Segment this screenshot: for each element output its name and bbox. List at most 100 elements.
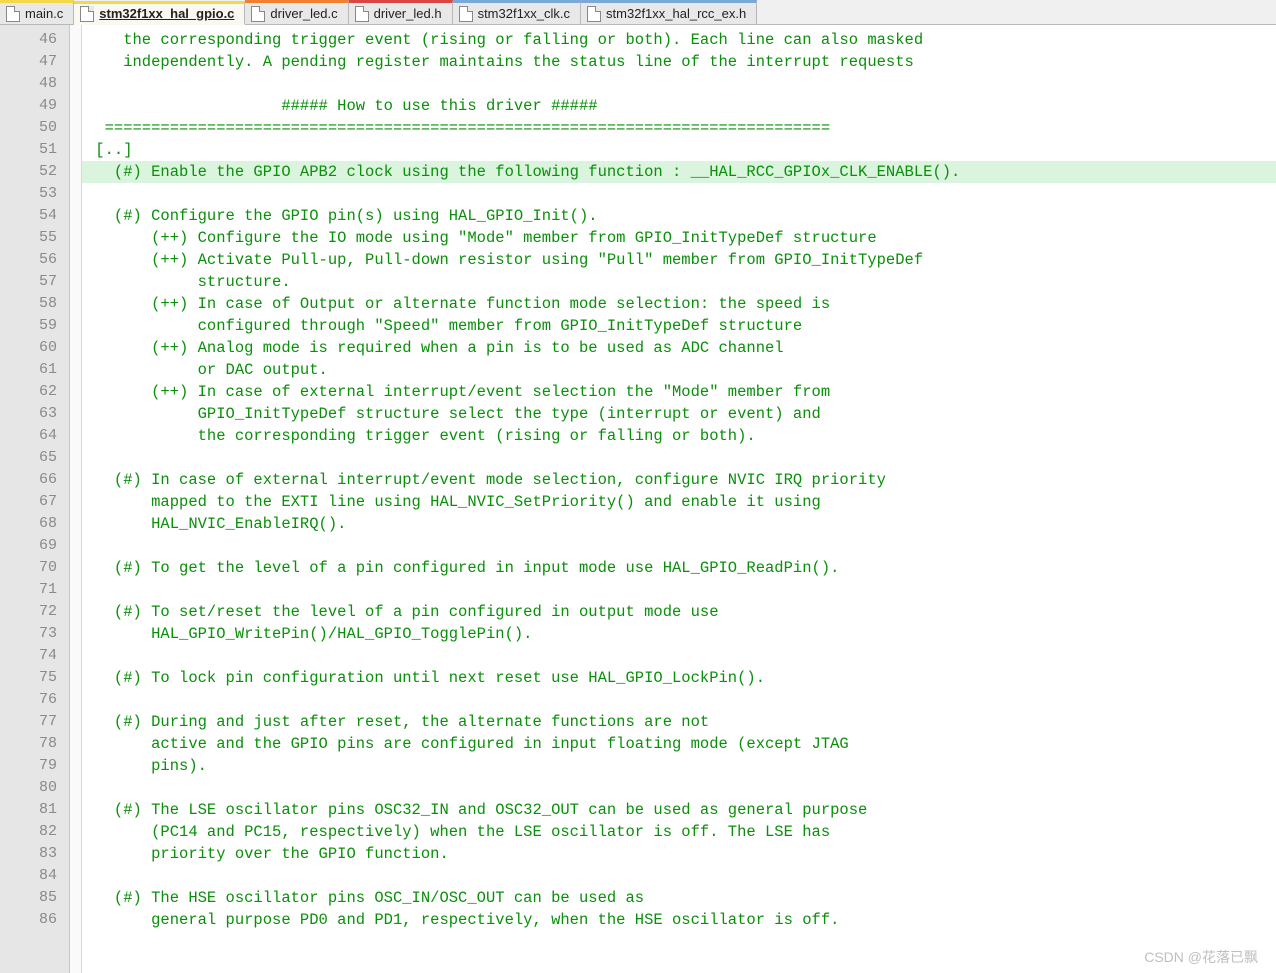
line-number: 65 [0,447,69,469]
line-number: 47 [0,51,69,73]
line-number: 64 [0,425,69,447]
code-line[interactable]: mapped to the EXTI line using HAL_NVIC_S… [82,491,1276,513]
code-line[interactable] [82,777,1276,799]
line-number: 51 [0,139,69,161]
code-line[interactable]: or DAC output. [82,359,1276,381]
line-number: 63 [0,403,69,425]
code-line[interactable]: (#) In case of external interrupt/event … [82,469,1276,491]
code-line[interactable]: HAL_GPIO_WritePin()/HAL_GPIO_TogglePin()… [82,623,1276,645]
code-line[interactable] [82,579,1276,601]
code-line[interactable]: configured through "Speed" member from G… [82,315,1276,337]
tab-stm32f1xx_hal_rcc_ex-h[interactable]: stm32f1xx_hal_rcc_ex.h [581,0,757,24]
code-line[interactable]: independently. A pending register mainta… [82,51,1276,73]
line-number: 57 [0,271,69,293]
line-number: 66 [0,469,69,491]
tab-stm32f1xx_clk-c[interactable]: stm32f1xx_clk.c [453,0,581,24]
code-line[interactable]: ##### How to use this driver ##### [82,95,1276,117]
line-number: 71 [0,579,69,601]
line-number: 83 [0,843,69,865]
line-number: 80 [0,777,69,799]
code-line[interactable]: (#) To get the level of a pin configured… [82,557,1276,579]
code-line[interactable] [82,447,1276,469]
line-number: 54 [0,205,69,227]
code-line[interactable] [82,73,1276,95]
tab-driver_led-h[interactable]: driver_led.h [349,0,453,24]
line-number: 74 [0,645,69,667]
code-line[interactable]: (#) Enable the GPIO APB2 clock using the… [82,161,1276,183]
code-line[interactable] [82,535,1276,557]
tab-label: stm32f1xx_hal_gpio.c [99,6,234,21]
line-number: 46 [0,29,69,51]
code-line[interactable] [82,645,1276,667]
code-line[interactable]: active and the GPIO pins are configured … [82,733,1276,755]
line-number: 67 [0,491,69,513]
tab-label: driver_led.c [270,6,337,21]
code-line[interactable]: (#) To set/reset the level of a pin conf… [82,601,1276,623]
code-line[interactable]: (++) In case of Output or alternate func… [82,293,1276,315]
line-number: 50 [0,117,69,139]
code-line[interactable]: pins). [82,755,1276,777]
file-icon [355,6,369,22]
code-line[interactable]: GPIO_InitTypeDef structure select the ty… [82,403,1276,425]
code-line[interactable]: the corresponding trigger event (rising … [82,425,1276,447]
editor-area: 4647484950515253545556575859606162636465… [0,25,1276,973]
tab-stm32f1xx_hal_gpio-c[interactable]: stm32f1xx_hal_gpio.c [74,1,245,25]
fold-margin [70,25,82,973]
code-line[interactable]: priority over the GPIO function. [82,843,1276,865]
line-number: 60 [0,337,69,359]
code-line[interactable] [82,183,1276,205]
code-line[interactable]: the corresponding trigger event (rising … [82,29,1276,51]
file-icon [80,6,94,22]
code-line[interactable]: (#) The LSE oscillator pins OSC32_IN and… [82,799,1276,821]
watermark-text: CSDN @花落已飘 [1144,947,1258,967]
tab-label: stm32f1xx_hal_rcc_ex.h [606,6,746,21]
code-line[interactable]: general purpose PD0 and PD1, respectivel… [82,909,1276,931]
tab-label: driver_led.h [374,6,442,21]
line-number: 56 [0,249,69,271]
code-area[interactable]: the corresponding trigger event (rising … [82,25,1276,973]
tabs-bar: main.c stm32f1xx_hal_gpio.c driver_led.c dr… [0,0,1276,25]
line-number: 86 [0,909,69,931]
line-number: 75 [0,667,69,689]
line-number: 52 [0,161,69,183]
file-icon [587,6,601,22]
line-number: 81 [0,799,69,821]
line-number: 73 [0,623,69,645]
line-number: 84 [0,865,69,887]
line-number: 59 [0,315,69,337]
file-icon [251,6,265,22]
line-number: 70 [0,557,69,579]
tab-main-c[interactable]: main.c [0,0,74,24]
line-number-gutter: 4647484950515253545556575859606162636465… [0,25,70,973]
code-line[interactable]: (++) Configure the IO mode using "Mode" … [82,227,1276,249]
line-number: 61 [0,359,69,381]
code-line[interactable]: (#) The HSE oscillator pins OSC_IN/OSC_O… [82,887,1276,909]
line-number: 58 [0,293,69,315]
line-number: 78 [0,733,69,755]
code-line[interactable]: (++) Analog mode is required when a pin … [82,337,1276,359]
line-number: 55 [0,227,69,249]
code-line[interactable]: (#) To lock pin configuration until next… [82,667,1276,689]
code-line[interactable]: HAL_NVIC_EnableIRQ(). [82,513,1276,535]
tab-label: main.c [25,6,63,21]
line-number: 85 [0,887,69,909]
line-number: 76 [0,689,69,711]
code-line[interactable]: (++) In case of external interrupt/event… [82,381,1276,403]
code-line[interactable]: (PC14 and PC15, respectively) when the L… [82,821,1276,843]
code-line[interactable]: [..] [82,139,1276,161]
code-line[interactable] [82,689,1276,711]
code-line[interactable]: structure. [82,271,1276,293]
code-line[interactable]: ========================================… [82,117,1276,139]
line-number: 48 [0,73,69,95]
line-number: 77 [0,711,69,733]
line-number: 69 [0,535,69,557]
line-number: 82 [0,821,69,843]
code-line[interactable]: (#) During and just after reset, the alt… [82,711,1276,733]
tab-driver_led-c[interactable]: driver_led.c [245,0,348,24]
code-line[interactable]: (++) Activate Pull-up, Pull-down resisto… [82,249,1276,271]
code-line[interactable]: (#) Configure the GPIO pin(s) using HAL_… [82,205,1276,227]
code-line[interactable] [82,865,1276,887]
file-icon [6,6,20,22]
file-icon [459,6,473,22]
line-number: 53 [0,183,69,205]
